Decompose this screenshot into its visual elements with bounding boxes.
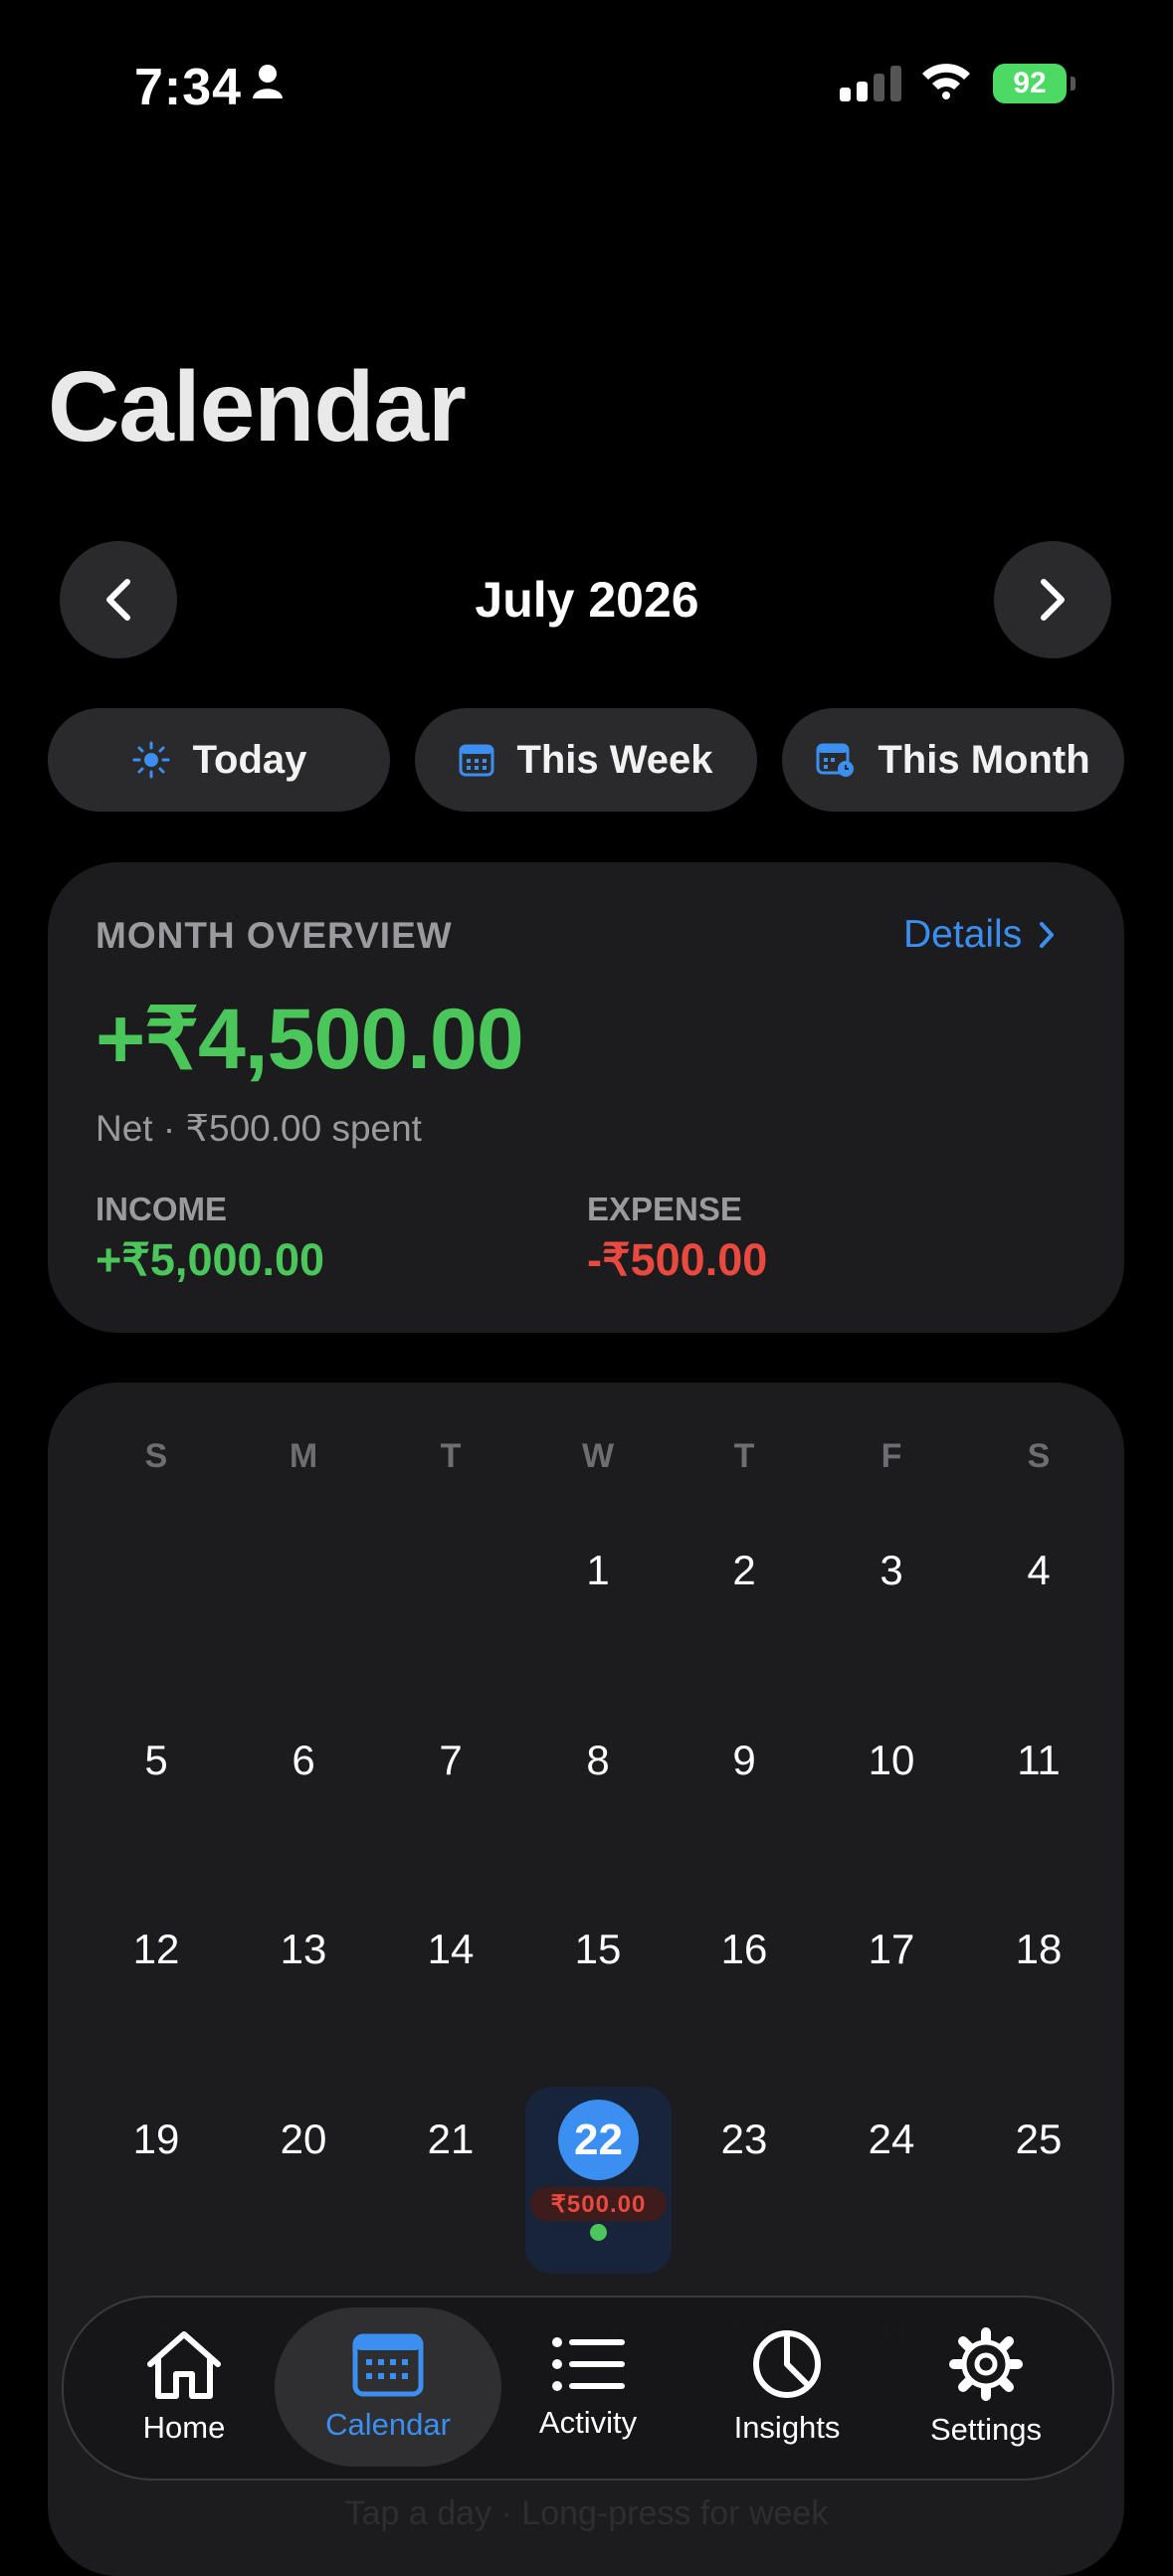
- weekday-header: F: [880, 1437, 902, 1475]
- this-week-filter-button[interactable]: This Week: [415, 708, 757, 812]
- overview-title: MONTH OVERVIEW: [96, 915, 453, 956]
- weekday-header: S: [144, 1437, 168, 1475]
- gear-icon: [949, 2327, 1023, 2401]
- chevron-left-icon: [106, 579, 130, 621]
- calendar-day[interactable]: 9: [684, 1737, 804, 1784]
- calendar-day[interactable]: 8: [538, 1737, 658, 1784]
- income-label: INCOME: [96, 1191, 227, 1227]
- calendar-day[interactable]: 17: [832, 1926, 951, 1973]
- calendar-hint: Tap a day · Long-press for week: [344, 2494, 829, 2532]
- calendar-day[interactable]: 25: [979, 2116, 1098, 2163]
- details-link[interactable]: Details: [903, 913, 1056, 957]
- page-title: Calendar: [48, 351, 467, 462]
- calendar-week-icon: [459, 744, 494, 777]
- calendar-day[interactable]: 21: [391, 2116, 510, 2163]
- tab-calendar[interactable]: Calendar: [293, 2305, 483, 2469]
- weekday-header: W: [581, 1437, 615, 1475]
- tab-home-label: Home: [142, 2410, 226, 2445]
- wifi-icon: [920, 60, 972, 104]
- selected-day[interactable]: 22: [558, 2100, 639, 2180]
- this-month-filter-label: This Month: [878, 737, 1090, 782]
- calendar-day[interactable]: 11: [979, 1737, 1098, 1784]
- next-month-button[interactable]: [994, 541, 1111, 658]
- expense-value: -₹500.00: [587, 1234, 768, 1285]
- income-dot-indicator: [590, 2224, 607, 2241]
- previous-month-button[interactable]: [60, 541, 177, 658]
- tab-calendar-label: Calendar: [325, 2407, 451, 2442]
- calendar-day[interactable]: 2: [684, 1547, 804, 1594]
- tab-activity[interactable]: Activity: [493, 2305, 683, 2469]
- weekday-header: M: [289, 1437, 318, 1475]
- today-filter-button[interactable]: Today: [48, 708, 390, 812]
- calendar-day[interactable]: 12: [97, 1926, 216, 1973]
- selected-day-amount: ₹500.00: [530, 2187, 667, 2221]
- calendar-icon: [352, 2333, 424, 2397]
- calendar-day[interactable]: 16: [684, 1926, 804, 1973]
- cellular-signal-icon: [840, 66, 901, 101]
- tab-settings-label: Settings: [929, 2412, 1042, 2447]
- calendar-day[interactable]: 3: [832, 1547, 951, 1594]
- chevron-right-icon: [1041, 579, 1065, 621]
- tab-insights[interactable]: Insights: [692, 2305, 881, 2469]
- calendar-day[interactable]: 24: [832, 2116, 951, 2163]
- calendar-day[interactable]: 19: [97, 2116, 216, 2163]
- calendar-day[interactable]: 14: [391, 1926, 510, 1973]
- tab-insights-label: Insights: [733, 2410, 841, 2445]
- expense-label: EXPENSE: [587, 1191, 742, 1227]
- person-icon: [252, 64, 284, 104]
- calendar-day[interactable]: 5: [97, 1737, 216, 1784]
- month-label: July 2026: [475, 572, 699, 628]
- battery-cap: [1071, 77, 1075, 91]
- calendar-day[interactable]: 10: [832, 1737, 951, 1784]
- details-label: Details: [903, 913, 1023, 956]
- list-icon: [552, 2337, 625, 2391]
- calendar-month-icon: [816, 743, 855, 777]
- weekday-header: T: [440, 1437, 462, 1475]
- tab-settings[interactable]: Settings: [891, 2305, 1080, 2469]
- status-time: 7:34: [134, 59, 243, 116]
- net-amount: +₹4,500.00: [96, 992, 524, 1087]
- tab-activity-label: Activity: [538, 2405, 638, 2440]
- income-value: +₹5,000.00: [96, 1234, 325, 1285]
- this-month-filter-button[interactable]: This Month: [782, 708, 1124, 812]
- calendar-day[interactable]: 20: [244, 2116, 363, 2163]
- net-subtitle: Net · ₹500.00 spent: [96, 1108, 422, 1149]
- this-week-filter-label: This Week: [516, 737, 713, 782]
- calendar-day[interactable]: 23: [684, 2116, 804, 2163]
- calendar-day[interactable]: 4: [979, 1547, 1098, 1594]
- sun-icon: [132, 741, 170, 779]
- calendar-day[interactable]: 1: [538, 1547, 658, 1594]
- weekday-header: T: [733, 1437, 755, 1475]
- calendar-day[interactable]: 15: [538, 1926, 658, 1973]
- calendar-day[interactable]: 6: [244, 1737, 363, 1784]
- chevron-right-icon: [1040, 922, 1055, 948]
- today-filter-label: Today: [192, 737, 307, 782]
- pie-chart-icon: [753, 2330, 821, 2398]
- home-icon: [147, 2331, 221, 2399]
- tab-home[interactable]: Home: [90, 2305, 279, 2469]
- battery-indicator: 92: [993, 64, 1067, 103]
- weekday-header: S: [1027, 1437, 1051, 1475]
- calendar-day[interactable]: 18: [979, 1926, 1098, 1973]
- calendar-day[interactable]: 13: [244, 1926, 363, 1973]
- calendar-day[interactable]: 7: [391, 1737, 510, 1784]
